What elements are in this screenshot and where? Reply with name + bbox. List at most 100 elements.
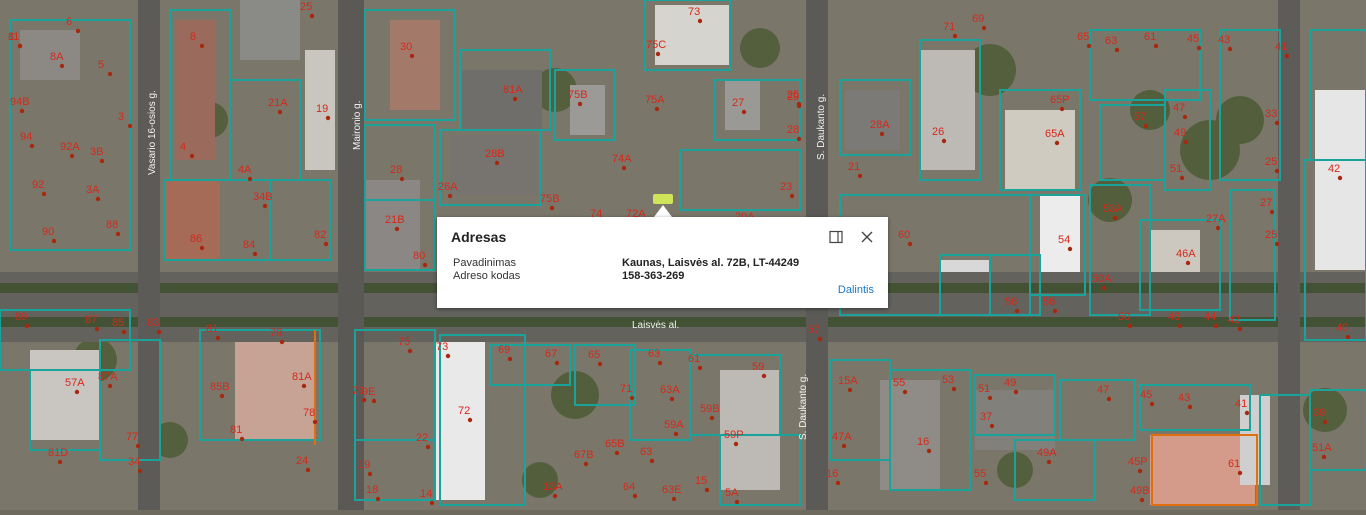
parcel-dot[interactable] <box>1196 45 1202 51</box>
share-link[interactable]: Dalintis <box>838 284 874 296</box>
parcel-dot[interactable] <box>632 493 638 499</box>
parcel-dot[interactable] <box>697 18 703 24</box>
parcel-dot[interactable] <box>94 326 100 332</box>
parcel-dot[interactable] <box>95 196 101 202</box>
parcel-dot[interactable] <box>107 383 113 389</box>
parcel-dot[interactable] <box>74 389 80 395</box>
parcel-dot[interactable] <box>361 397 367 403</box>
parcel-dot[interactable] <box>199 43 205 49</box>
parcel-dot[interactable] <box>1143 123 1149 129</box>
parcel-dot[interactable] <box>135 443 141 449</box>
parcel-dot[interactable] <box>1127 323 1133 329</box>
parcel-dot[interactable] <box>1345 334 1351 340</box>
parcel-dot[interactable] <box>669 396 675 402</box>
parcel-dot[interactable] <box>552 493 558 499</box>
parcel-dot[interactable] <box>629 395 635 401</box>
parcel-dot[interactable] <box>926 448 932 454</box>
square-maximize-icon[interactable] <box>829 230 843 244</box>
parcel-dot[interactable] <box>554 360 560 366</box>
parcel-dot[interactable] <box>1183 139 1189 145</box>
parcel-dot[interactable] <box>1187 404 1193 410</box>
parcel-dot[interactable] <box>673 431 679 437</box>
parcel-dot[interactable] <box>399 176 405 182</box>
parcel-dot[interactable] <box>1149 401 1155 407</box>
parcel-dot[interactable] <box>733 441 739 447</box>
parcel-dot[interactable] <box>19 108 25 114</box>
parcel-dot[interactable] <box>1013 389 1019 395</box>
parcel-dot[interactable] <box>17 43 23 49</box>
parcel-dot[interactable] <box>741 109 747 115</box>
parcel-dot[interactable] <box>817 336 823 342</box>
close-icon[interactable] <box>860 230 874 244</box>
parcel-dot[interactable] <box>29 143 35 149</box>
parcel-dot[interactable] <box>59 63 65 69</box>
parcel-dot[interactable] <box>649 458 655 464</box>
parcel-dot[interactable] <box>189 153 195 159</box>
parcel-dot[interactable] <box>312 419 318 425</box>
parcel-dot[interactable] <box>1237 326 1243 332</box>
parcel-dot[interactable] <box>215 335 221 341</box>
parcel-dot[interactable] <box>1244 410 1250 416</box>
parcel-dot[interactable] <box>835 480 841 486</box>
parcel-dot[interactable] <box>323 241 329 247</box>
parcel-dot[interactable] <box>375 496 381 502</box>
parcel-dot[interactable] <box>697 365 703 371</box>
parcel-dot[interactable] <box>69 153 75 159</box>
parcel-dot[interactable] <box>796 136 802 142</box>
parcel-dot[interactable] <box>371 398 377 404</box>
parcel-dot[interactable] <box>494 160 500 166</box>
parcel-dot[interactable] <box>1101 285 1107 291</box>
parcel-dot[interactable] <box>1153 43 1159 49</box>
parcel-dot[interactable] <box>41 191 47 197</box>
parcel-dot[interactable] <box>1213 323 1219 329</box>
parcel-dot[interactable] <box>1227 46 1233 52</box>
parcel-dot[interactable] <box>409 53 415 59</box>
parcel-dot[interactable] <box>671 496 677 502</box>
parcel-dot[interactable] <box>734 499 740 505</box>
parcel-dot[interactable] <box>952 33 958 39</box>
parcel-dot[interactable] <box>1114 47 1120 53</box>
parcel-dot[interactable] <box>597 361 603 367</box>
parcel-dot[interactable] <box>24 323 30 329</box>
parcel-dot[interactable] <box>1137 468 1143 474</box>
parcel-dot[interactable] <box>549 205 555 211</box>
parcel-dot[interactable] <box>761 373 767 379</box>
parcel-dot[interactable] <box>367 471 373 477</box>
parcel-dot[interactable] <box>279 339 285 345</box>
parcel-dot[interactable] <box>1112 215 1118 221</box>
parcel-dot[interactable] <box>1046 459 1052 465</box>
parcel-dot[interactable] <box>1059 106 1065 112</box>
parcel-dot[interactable] <box>987 395 993 401</box>
parcel-dot[interactable] <box>1106 396 1112 402</box>
parcel-dot[interactable] <box>262 203 268 209</box>
parcel-dot[interactable] <box>1086 43 1092 49</box>
parcel-dot[interactable] <box>654 106 660 112</box>
parcel-dot[interactable] <box>447 193 453 199</box>
parcel-dot[interactable] <box>512 96 518 102</box>
parcel-dot[interactable] <box>1185 260 1191 266</box>
parcel-dot[interactable] <box>467 417 473 423</box>
parcel-dot[interactable] <box>704 487 710 493</box>
parcel-dot[interactable] <box>425 444 431 450</box>
parcel-dot[interactable] <box>621 165 627 171</box>
parcel-dot[interactable] <box>857 173 863 179</box>
parcel-dot[interactable] <box>655 51 661 57</box>
parcel-dot[interactable] <box>107 71 113 77</box>
parcel-dot[interactable] <box>847 387 853 393</box>
parcel-dot[interactable] <box>1274 120 1280 126</box>
parcel-dot[interactable] <box>407 348 413 354</box>
parcel-dot[interactable] <box>709 415 715 421</box>
parcel-dot[interactable] <box>137 468 143 474</box>
parcel-dot[interactable] <box>57 459 63 465</box>
parcel-dot[interactable] <box>902 389 908 395</box>
parcel-dot[interactable] <box>239 436 245 442</box>
parcel-dot[interactable] <box>1067 246 1073 252</box>
parcel-dot[interactable] <box>1179 175 1185 181</box>
parcel-dot[interactable] <box>99 158 105 164</box>
parcel-dot[interactable] <box>127 123 133 129</box>
parcel-dot[interactable] <box>1274 241 1280 247</box>
parcel-dot[interactable] <box>1215 225 1221 231</box>
parcel-dot[interactable] <box>121 329 127 335</box>
parcel-dot[interactable] <box>309 13 315 19</box>
parcel-dot[interactable] <box>951 386 957 392</box>
